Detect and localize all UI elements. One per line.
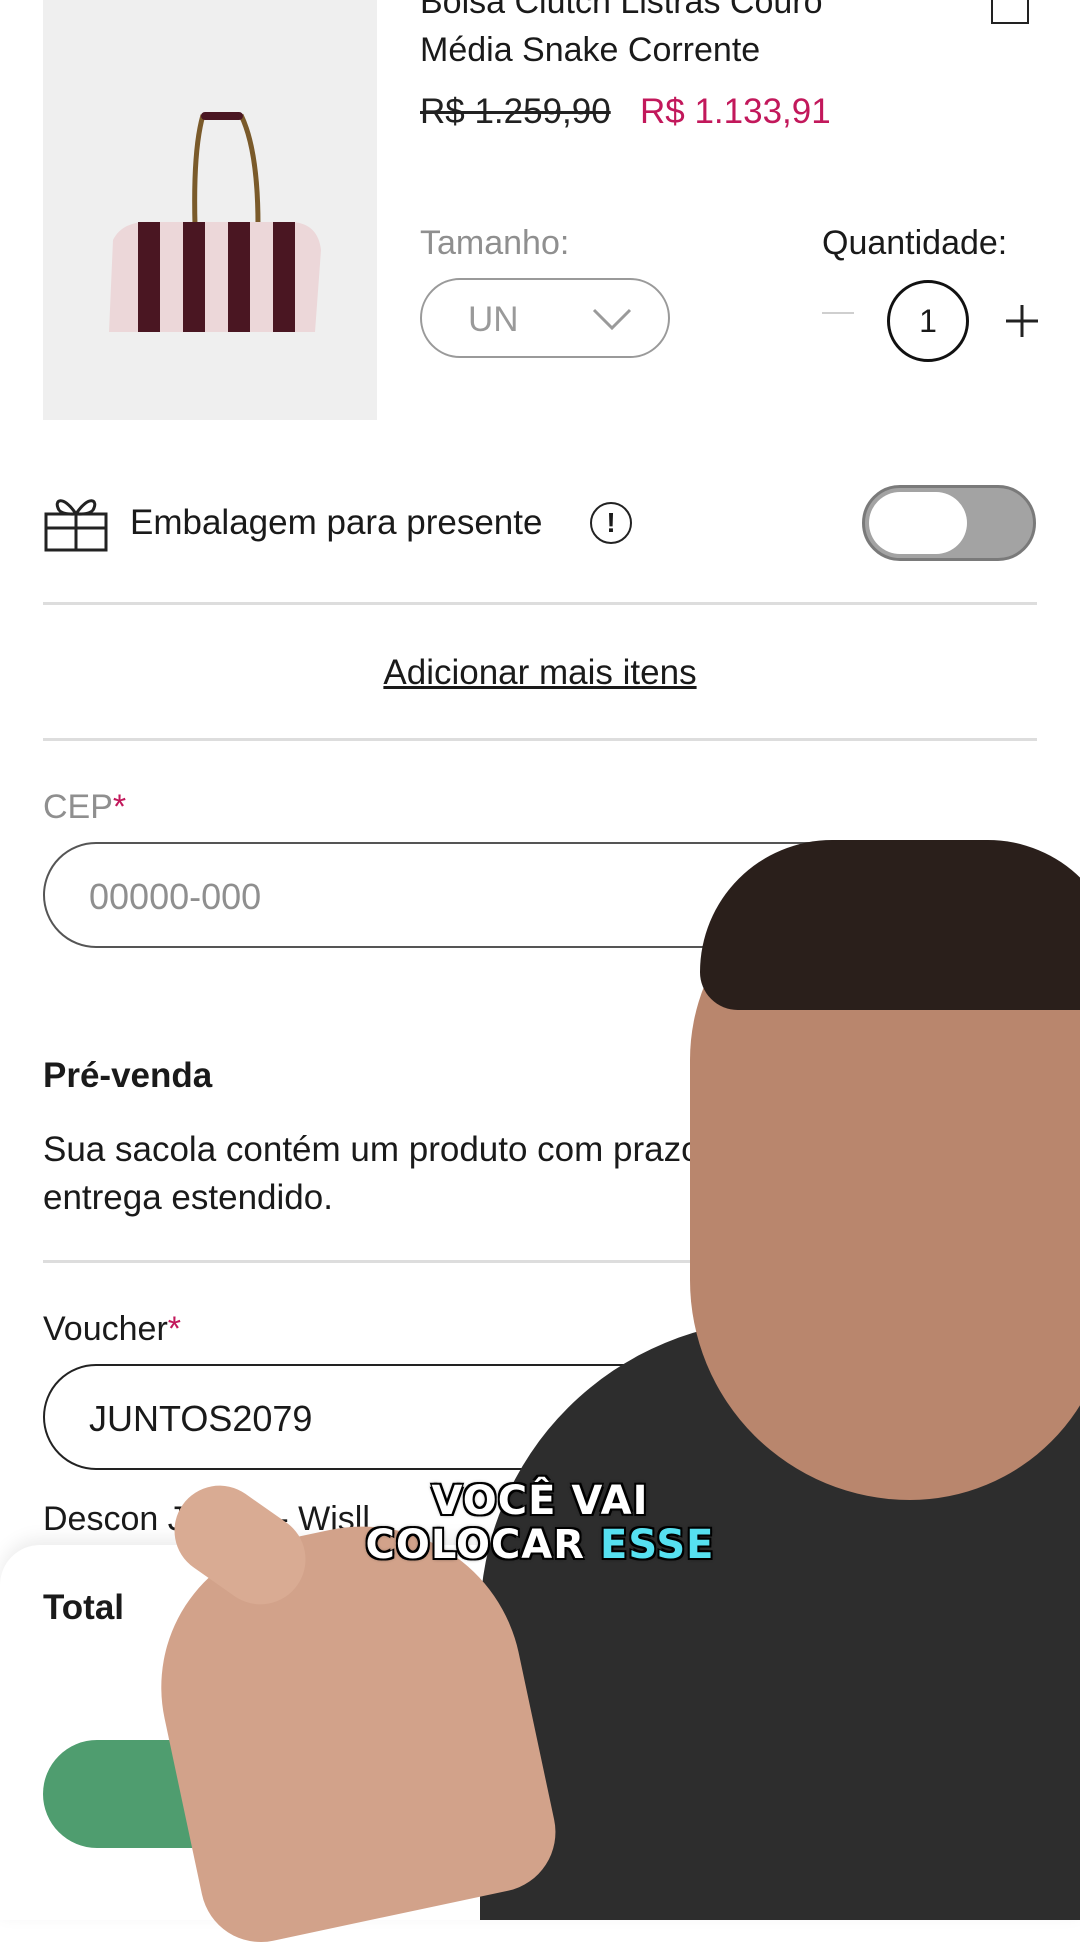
remove-item-checkbox[interactable] — [991, 0, 1029, 24]
product-name-line2: Média Snake Corrente — [420, 31, 761, 69]
size-select[interactable]: UN — [420, 278, 670, 358]
gift-wrap-label: Embalagem para presente — [130, 503, 543, 542]
total-label: Total — [43, 1588, 125, 1627]
info-icon[interactable]: ! — [590, 502, 632, 544]
sale-price: R$ 1.133,91 — [640, 92, 831, 131]
chevron-down-icon — [592, 304, 632, 339]
add-more-items-link[interactable]: Adicionar mais itens — [0, 653, 1080, 693]
toggle-knob — [869, 492, 967, 554]
quantity-label: Quantidade: — [822, 224, 1008, 262]
cep-placeholder: 00000-000 — [89, 876, 262, 917]
quantity-decrease-button[interactable] — [822, 312, 854, 314]
gift-icon — [43, 492, 109, 559]
presale-text: Sua sacola contém um produto com prazo d… — [43, 1130, 750, 1217]
quantity-value: 1 — [887, 280, 969, 362]
required-mark: * — [112, 788, 127, 826]
product-name[interactable]: Bolsa Clutch Listras Couro Média Snake C… — [420, 0, 980, 74]
divider — [43, 602, 1037, 605]
size-label: Tamanho: — [420, 224, 570, 262]
original-price: R$ 1.259,90 — [420, 92, 611, 131]
caption-highlight-word: ESSE — [600, 1522, 715, 1568]
size-value: UN — [468, 300, 519, 339]
gift-wrap-toggle[interactable] — [862, 485, 1036, 561]
caption-word: COLOCAR — [365, 1522, 586, 1568]
cep-label-text: CEP — [43, 788, 113, 826]
caption-line2: COLOCAR ESSE — [0, 1522, 1080, 1568]
required-mark: * — [167, 1310, 181, 1348]
voucher-label: Voucher* — [43, 1310, 181, 1349]
person-hair — [700, 840, 1080, 1010]
caption-line1: VOCÊ VAI — [431, 1478, 649, 1524]
product-image[interactable] — [43, 0, 377, 420]
product-name-line1: Bolsa Clutch Listras Couro — [420, 0, 823, 21]
quantity-increase-button[interactable] — [1004, 303, 1040, 344]
presale-title: Pré-venda — [43, 1056, 213, 1095]
voucher-label-text: Voucher — [43, 1310, 168, 1348]
voucher-value: JUNTOS2079 — [89, 1398, 313, 1439]
cep-label: CEP* — [43, 788, 126, 827]
divider — [43, 738, 1037, 741]
